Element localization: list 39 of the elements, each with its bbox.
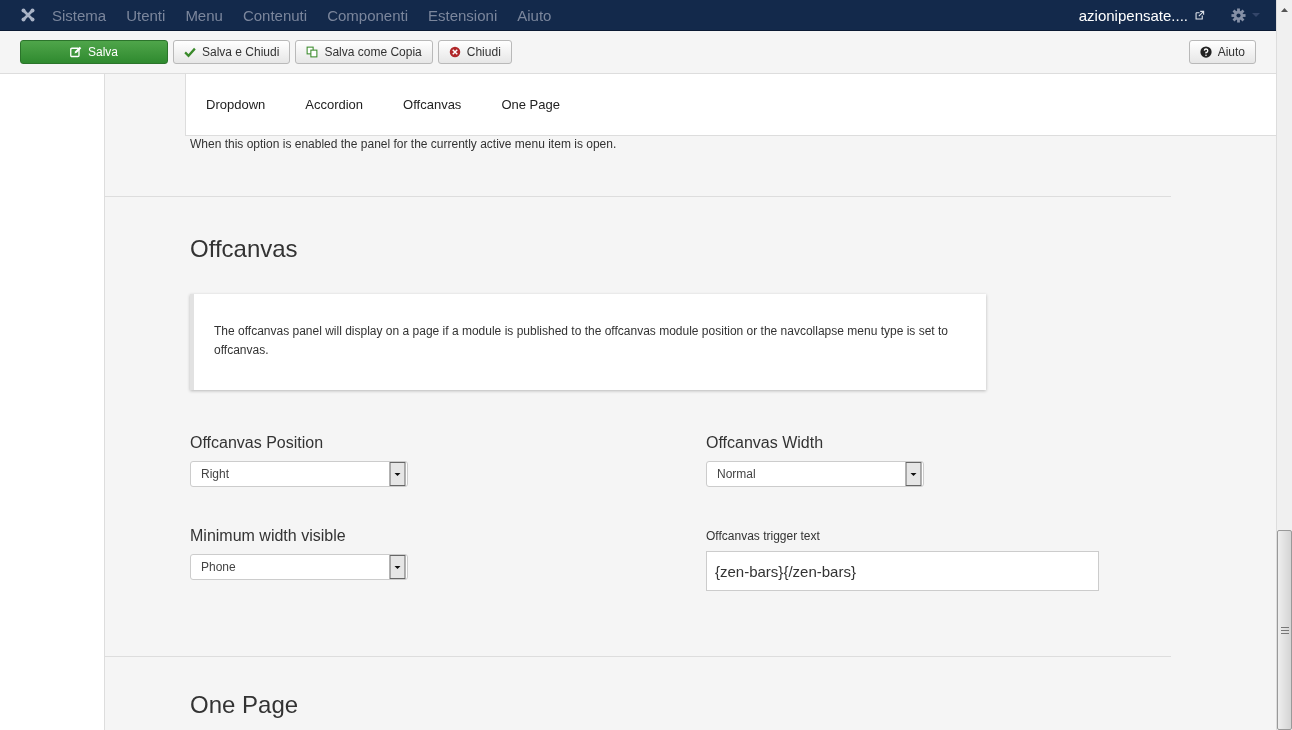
section-tab[interactable]: Offcanvas bbox=[403, 93, 462, 116]
check-icon bbox=[184, 46, 196, 58]
section-tab[interactable]: Accordion bbox=[305, 93, 364, 116]
copy-icon bbox=[306, 46, 319, 58]
nav-menu-item[interactable]: Aiuto bbox=[517, 6, 552, 24]
field-label: Offcanvas Position bbox=[190, 434, 324, 452]
section-heading: Offcanvas bbox=[190, 235, 299, 263]
section-tab[interactable]: One Page bbox=[501, 93, 560, 116]
dropdown-select[interactable]: Right bbox=[190, 461, 408, 487]
toolbar-button[interactable]: Salva bbox=[20, 40, 168, 64]
cancel-icon bbox=[448, 46, 461, 58]
dropdown-select[interactable]: Normal bbox=[706, 461, 924, 487]
option-description: When this option is enabled the panel for the currently active menu item is open. bbox=[190, 137, 618, 151]
toolbar-button[interactable]: Chiudi bbox=[437, 40, 512, 64]
field-label: Offcanvas trigger text bbox=[706, 529, 820, 543]
scroll-up-arrow-icon[interactable] bbox=[1281, 8, 1288, 12]
field-label: Offcanvas Width bbox=[706, 434, 824, 452]
nav-menu-item[interactable]: Menu bbox=[185, 6, 223, 24]
help-button[interactable]: Aiuto bbox=[1188, 40, 1256, 64]
help-icon bbox=[1199, 46, 1212, 58]
scrollbar-thumb[interactable] bbox=[1277, 530, 1292, 730]
gear-icon[interactable] bbox=[1231, 7, 1246, 23]
field-label: Minimum width visible bbox=[190, 527, 346, 545]
external-link-icon[interactable] bbox=[1194, 9, 1205, 21]
nav-menu-item[interactable]: Contenuti bbox=[242, 6, 308, 24]
edit-icon bbox=[70, 46, 82, 58]
section-tab[interactable]: Dropdown bbox=[206, 93, 266, 116]
note-text: The offcanvas panel will display on a page if a module is published to the offcanvas module position or the navcollapse menu type is set to offcanvas. bbox=[214, 323, 949, 359]
section-heading: One Page bbox=[190, 691, 300, 719]
toolbar-button[interactable]: Salva e Chiudi bbox=[173, 40, 291, 64]
site-link[interactable]: azionipensate.... bbox=[1078, 6, 1188, 24]
dropdown-select[interactable]: Phone bbox=[190, 554, 408, 580]
nav-menu-item[interactable]: Utenti bbox=[126, 6, 166, 24]
toolbar-button[interactable]: Salva come Copia bbox=[295, 40, 433, 64]
nav-menu-item[interactable]: Estensioni bbox=[428, 6, 498, 24]
nav-menu-item[interactable]: Componenti bbox=[327, 6, 408, 24]
text-input[interactable]: {zen-bars}{/zen-bars} bbox=[706, 551, 1099, 591]
scrollbar[interactable] bbox=[1276, 0, 1292, 730]
nav-menu-item[interactable]: Sistema bbox=[52, 6, 107, 24]
